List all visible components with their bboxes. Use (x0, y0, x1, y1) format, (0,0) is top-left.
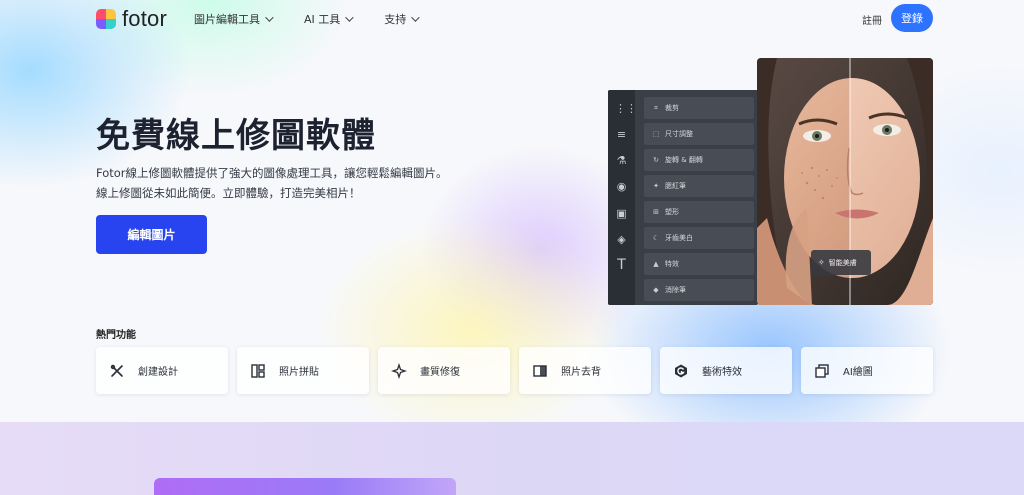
hero-description-line: 線上修圖從未如此簡便。立即體驗，打造完美相片！ (96, 186, 361, 200)
tooth-icon: ☾ (652, 234, 660, 242)
register-link[interactable]: 註冊 (862, 12, 882, 27)
hero-description: Fotor線上修圖軟體提供了強大的圖像處理工具，讓您輕鬆編輯圖片。 線上修圖從未… (96, 163, 496, 203)
tool-label: 消除筆 (665, 286, 686, 294)
sliders-icon: ≡ (616, 128, 627, 141)
rotate-icon: ↻ (653, 156, 659, 164)
chevron-down-icon (411, 13, 420, 22)
tool-label: 腮紅筆 (665, 182, 686, 190)
editor-preview-panel: ⋮⋮ ≡ ⚗ ◉ ▣ ◈ T ⌗ 裁剪 ⬚ 尺寸調整 ↻ 旋轉 & 翻轉 ✦ 腮… (608, 90, 758, 305)
frame-icon: ▣ (616, 207, 627, 220)
nav-item-label: AI 工具 (304, 13, 341, 26)
nav-item-support[interactable]: 支持 (384, 11, 420, 27)
feature-label: 創建設計 (138, 367, 178, 378)
tool-label: 裁剪 (665, 104, 679, 112)
flask-icon: ⚗ (616, 154, 627, 167)
eye-icon: ◉ (616, 180, 627, 193)
feature-label: 藝術特效 (702, 367, 742, 378)
tool-effect: ▲ 特效 (644, 253, 754, 275)
sparkle-icon: ✦ (653, 182, 659, 190)
tool-rotate: ↻ 旋轉 & 翻轉 (644, 149, 754, 171)
logo-mark-icon (96, 9, 116, 29)
tool-crop: ⌗ 裁剪 (644, 97, 754, 119)
login-button[interactable]: 登錄 (891, 4, 933, 32)
tool-resize: ⬚ 尺寸調整 (644, 123, 754, 145)
ai-art-icon (815, 363, 829, 378)
feature-card-create-design[interactable]: 創建設計 (96, 347, 228, 394)
main-nav: 圖片編輯工具 AI 工具 支持 (194, 11, 450, 27)
collage-icon (251, 363, 265, 378)
feature-card-enhance[interactable]: 畫質修復 (378, 347, 510, 394)
design-tools-icon (110, 364, 123, 377)
lower-banner-strip (154, 478, 456, 495)
feature-card-ai-art[interactable]: AI繪圖 (801, 347, 933, 394)
tool-label: 塑形 (665, 208, 679, 216)
tool-label: 尺寸調整 (665, 130, 693, 138)
editor-side-rail: ⋮⋮ ≡ ⚗ ◉ ▣ ◈ T (608, 90, 637, 305)
enhance-icon (391, 362, 407, 379)
popular-features-title: 熱門功能 (96, 330, 136, 341)
popular-features-list: 創建設計 照片拼貼 畫質修復 照片去背 藝術特效 AI繪圖 (96, 347, 933, 394)
reshape-icon: ⊞ (653, 208, 659, 216)
feature-card-collage[interactable]: 照片拼貼 (237, 347, 369, 394)
edit-photo-button[interactable]: 編輯圖片 (96, 215, 207, 254)
feature-card-bg-remover[interactable]: 照片去背 (519, 347, 651, 394)
effect-icon: ▲ (653, 260, 659, 268)
feature-label: AI繪圖 (843, 367, 873, 378)
grid-icon: ⋮⋮ (615, 102, 637, 115)
feature-label: 畫質修復 (420, 367, 460, 378)
art-effect-icon (675, 364, 687, 377)
feature-label: 照片拼貼 (279, 367, 319, 378)
text-icon: T (617, 257, 626, 273)
smart-beauty-badge: ✧ 智能美膚 (811, 250, 871, 275)
eraser-icon: ◆ (653, 286, 659, 294)
brand-logo[interactable]: fotor (96, 6, 167, 32)
tool-label: 牙齒美白 (665, 234, 693, 242)
tool-reshape: ⊞ 塑形 (644, 201, 754, 223)
page-title: 免費線上修圖軟體 (96, 116, 376, 156)
tool-blush: ✦ 腮紅筆 (644, 175, 754, 197)
resize-icon: ⬚ (652, 130, 660, 138)
nav-item-label: 圖片編輯工具 (194, 13, 260, 26)
nav-item-label: 支持 (384, 13, 407, 26)
nav-item-photo-tools[interactable]: 圖片編輯工具 (194, 11, 274, 27)
tool-eraser: ◆ 消除筆 (644, 279, 754, 301)
editor-tool-list: ⌗ 裁剪 ⬚ 尺寸調整 ↻ 旋轉 & 翻轉 ✦ 腮紅筆 ⊞ 塑形 ☾ 牙齒美白 … (644, 97, 754, 305)
chevron-down-icon (265, 13, 274, 22)
tool-teeth-whitening: ☾ 牙齒美白 (644, 227, 754, 249)
tool-label: 旋轉 & 翻轉 (665, 156, 703, 164)
feature-label: 照片去背 (561, 367, 601, 378)
hero-description-line: Fotor線上修圖軟體提供了強大的圖像處理工具，讓您輕鬆編輯圖片。 (96, 166, 448, 180)
tool-label: 特效 (665, 260, 679, 268)
beauty-icon: ✧ (818, 258, 825, 267)
brand-name: fotor (122, 6, 168, 31)
badge-label: 智能美膚 (828, 258, 857, 267)
feature-card-art-effect[interactable]: 藝術特效 (660, 347, 792, 394)
bg-remover-icon (533, 364, 547, 377)
nav-item-ai-tools[interactable]: AI 工具 (304, 11, 354, 27)
chevron-down-icon (345, 13, 354, 22)
shapes-icon: ◈ (617, 233, 626, 246)
crop-icon: ⌗ (654, 103, 658, 112)
